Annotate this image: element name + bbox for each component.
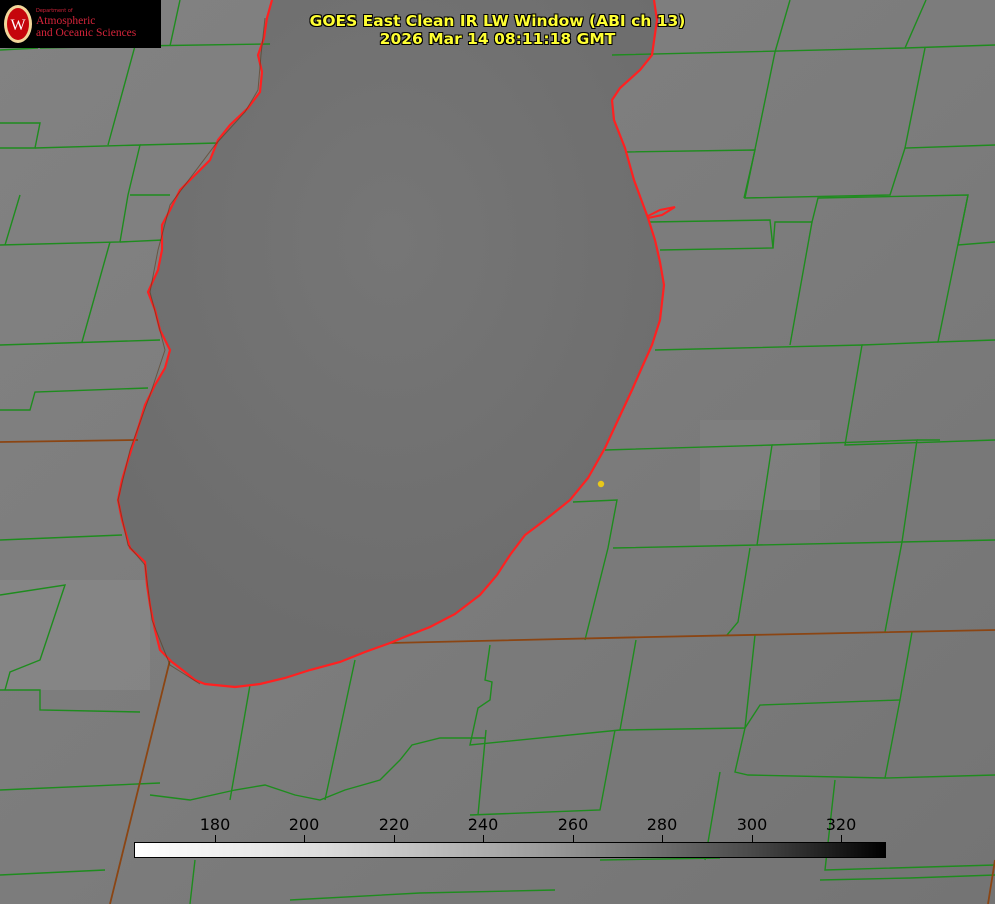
colorbar-tick-label: 320 [825,815,857,834]
colorbar [134,842,886,858]
colorbar-tick-label: 220 [378,815,410,834]
warm-land-patch [0,580,150,690]
image-timestamp: 2026 Mar 14 08:11:18 GMT [379,30,616,48]
colorbar-tick-label: 180 [199,815,231,834]
colorbar-tick [483,835,484,842]
colorbar-tick-label: 300 [736,815,768,834]
colorbar-tick [215,835,216,842]
colorbar-tick [752,835,753,842]
location-marker [597,480,605,488]
colorbar-tick [662,835,663,842]
image-title: GOES East Clean IR LW Window (ABI ch 13) [309,12,686,30]
colorbar-tick [304,835,305,842]
colorbar-tick [394,835,395,842]
colorbar-tick-label: 200 [288,815,320,834]
colorbar-tick-label: 280 [646,815,678,834]
satellite-map [0,0,995,904]
colorbar-tick [841,835,842,842]
colorbar-tick [573,835,574,842]
colorbar-tick-label: 260 [557,815,589,834]
cloud-patch [700,420,820,510]
colorbar-tick-label: 240 [467,815,499,834]
